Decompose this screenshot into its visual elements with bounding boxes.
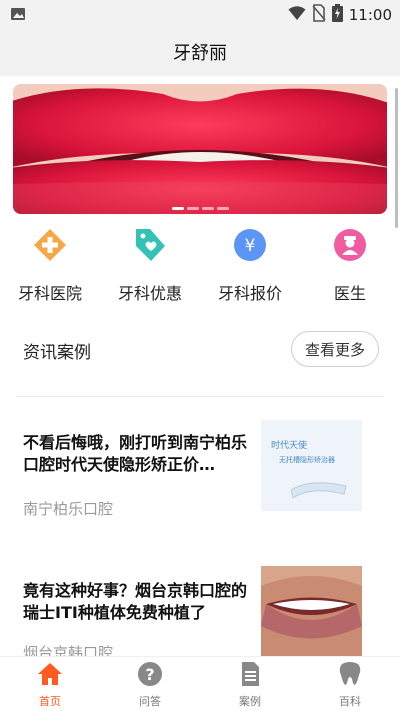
hospital-cross-icon [31, 226, 69, 264]
news-headline: 竟有这种好事？烟台京韩口腔的瑞士ITI种植体免费种植了 [23, 581, 248, 622]
nav-label: 案例 [239, 695, 261, 708]
news-headline: 不看后悔哦，刚打听到南宁柏乐口腔时代天使隐形矫正价… [23, 433, 248, 474]
carousel-dot[interactable] [216, 207, 229, 210]
lips-banner-image [13, 84, 387, 214]
divider [16, 396, 384, 397]
svg-text:?: ? [145, 665, 154, 684]
category-dental-discount[interactable]: 牙科优惠 [100, 224, 200, 304]
document-icon [237, 661, 263, 691]
scrollbar[interactable] [395, 88, 398, 228]
category-dental-hospital[interactable]: 牙科医院 [0, 224, 100, 304]
category-label: 医生 [333, 284, 366, 303]
category-label: 牙科医院 [17, 284, 82, 303]
home-icon [37, 661, 63, 691]
nav-cases[interactable]: 案例 [200, 657, 300, 711]
wifi-icon [288, 5, 306, 25]
category-label: 牙科报价 [217, 284, 282, 303]
bottom-nav: 首页 ? 问答 案例 百科 [0, 656, 400, 711]
page-title: 牙舒丽 [173, 43, 227, 64]
tooth-icon [337, 661, 363, 691]
news-thumbnail: 时代天使 无托槽隐形矫治器 [261, 420, 362, 511]
nav-label: 百科 [339, 695, 361, 708]
category-dental-price[interactable]: ¥ 牙科报价 [200, 224, 300, 304]
nav-qa[interactable]: ? 问答 [100, 657, 200, 711]
thumb-text-2: 无托槽隐形矫治器 [279, 455, 335, 464]
carousel-dots [13, 207, 387, 210]
doctor-icon [331, 226, 369, 264]
question-icon: ? [137, 661, 163, 691]
nav-encyclopedia[interactable]: 百科 [300, 657, 400, 711]
no-sim-icon [312, 4, 326, 26]
nav-label: 首页 [39, 695, 61, 708]
nav-label: 问答 [139, 695, 161, 708]
category-grid: 牙科医院 牙科优惠 ¥ 牙科报价 医生 [0, 224, 400, 304]
category-doctor[interactable]: 医生 [300, 224, 400, 304]
category-label: 牙科优惠 [117, 284, 182, 303]
status-bar: 11:00 [0, 0, 400, 28]
nav-home[interactable]: 首页 [0, 657, 100, 711]
carousel-dot[interactable] [201, 207, 214, 210]
thumb-text-1: 时代天使 [271, 439, 307, 451]
news-item[interactable]: 不看后悔哦，刚打听到南宁柏乐口腔时代天使隐形矫正价… 南宁柏乐口腔 时代天使 无… [0, 418, 400, 528]
banner-carousel[interactable] [13, 84, 387, 214]
battery-charging-icon [331, 4, 343, 26]
title-bar: 牙舒丽 [0, 28, 400, 76]
news-source: 南宁柏乐口腔 [23, 500, 114, 518]
svg-text:¥: ¥ [245, 236, 256, 256]
section-title: 资讯案例 [23, 343, 91, 363]
yen-price-icon: ¥ [231, 226, 269, 264]
carousel-dot[interactable] [186, 207, 199, 210]
carousel-dot[interactable] [171, 207, 184, 210]
view-more-button[interactable]: 查看更多 [291, 331, 379, 367]
image-icon [10, 7, 26, 26]
discount-tag-icon [131, 226, 169, 264]
status-time: 11:00 [348, 6, 392, 24]
news-item[interactable]: 竟有这种好事？烟台京韩口腔的瑞士ITI种植体免费种植了 烟台京韩口腔 [0, 566, 400, 662]
news-thumbnail [261, 566, 362, 657]
